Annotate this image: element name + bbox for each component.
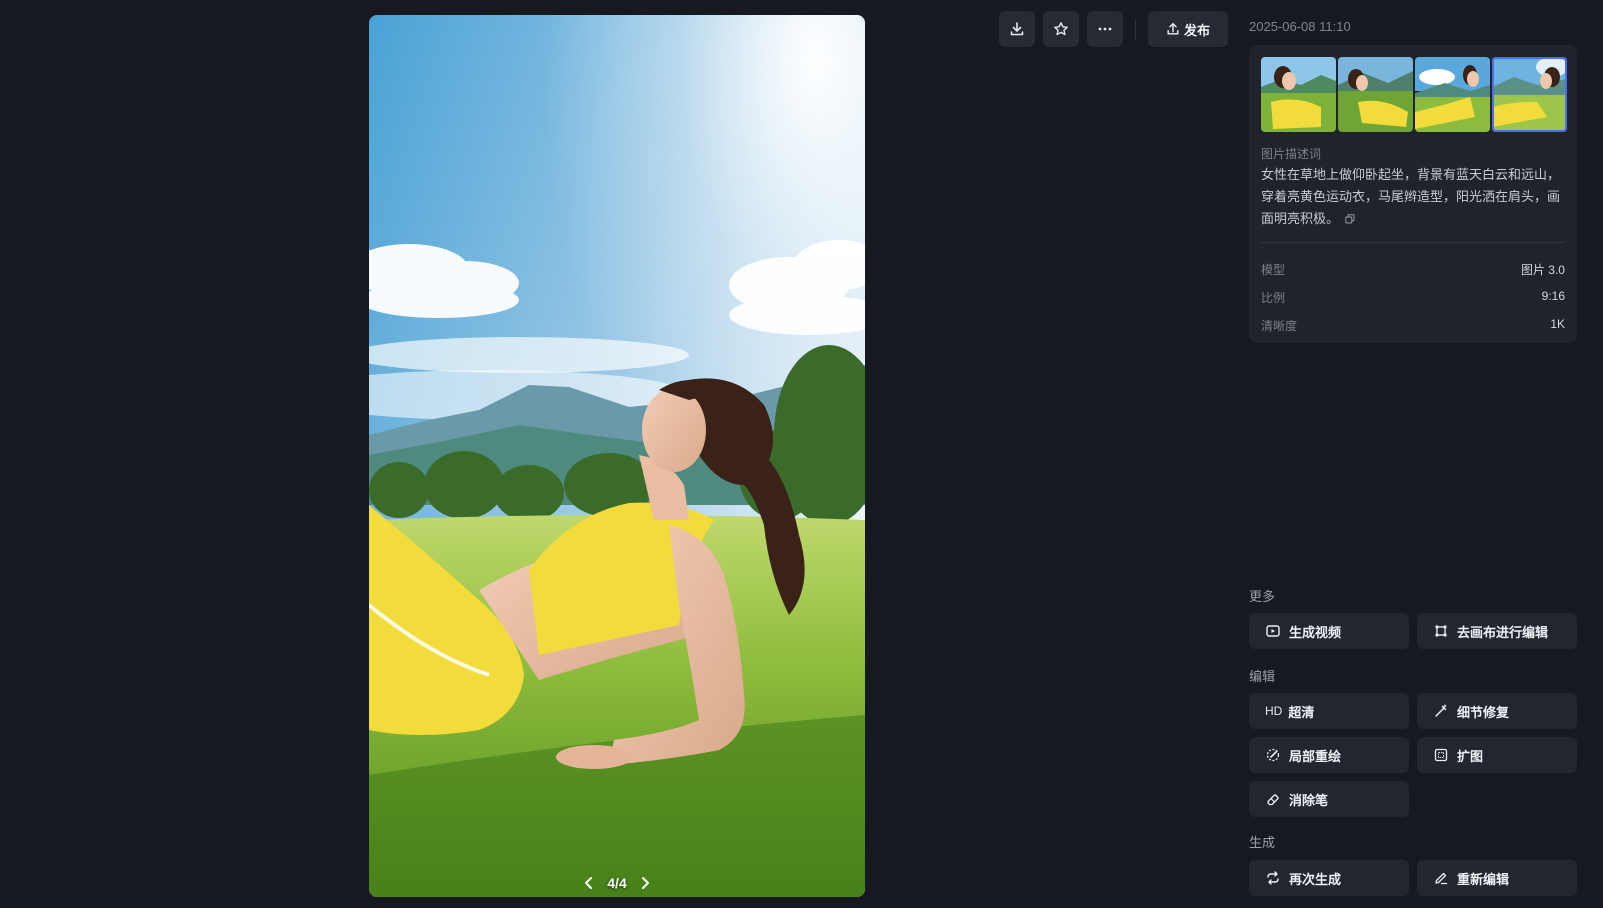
eraser-button[interactable]: 消除笔 [1249,781,1409,817]
upscale-label: 超清 [1288,704,1315,720]
toolbar-divider [1135,19,1136,39]
meta-value: 9:16 [1541,289,1565,303]
generated-image [369,15,865,897]
canvas-edit-label: 去画布进行编辑 [1457,624,1549,640]
meta-row-resolution: 清晰度 1K [1261,317,1565,334]
thumbnail-strip [1261,57,1567,132]
thumbnail-4[interactable] [1492,57,1567,132]
image-pager: 4/4 [369,875,865,891]
reedit-label: 重新编辑 [1457,871,1510,887]
more-icon [1098,27,1112,31]
publish-button[interactable]: 发布 [1148,11,1228,47]
upscale-button[interactable]: HD 超清 [1249,693,1409,729]
upload-icon [1167,23,1179,35]
expand-button[interactable]: 扩图 [1417,737,1577,773]
magic-wand-icon [1433,704,1449,718]
more-button[interactable] [1087,11,1123,47]
refresh-icon [1265,871,1281,885]
hd-icon: HD [1265,704,1283,718]
generate-video-button[interactable]: 生成视频 [1249,613,1409,649]
prompt-text-content: 女性在草地上做仰卧起坐，背景有蓝天白云和远山，穿着亮黄色运动衣，马尾辫造型，阳光… [1261,167,1561,226]
eraser-icon [1265,792,1281,806]
thumbnail-1[interactable] [1261,57,1336,132]
download-icon [1010,22,1024,36]
created-timestamp: 2025-06-08 11:10 [1249,19,1351,34]
meta-value: 1K [1550,317,1565,331]
brush-icon [1265,748,1281,762]
prompt-text: 女性在草地上做仰卧起坐，背景有蓝天白云和远山，穿着亮黄色运动衣，马尾辫造型，阳光… [1261,164,1565,231]
generate-video-label: 生成视频 [1289,624,1342,640]
detail-fix-button[interactable]: 细节修复 [1417,693,1577,729]
section-label-more: 更多 [1249,589,1276,604]
section-label-generate: 生成 [1249,835,1276,850]
meta-key: 模型 [1261,263,1286,277]
image-toolbar: 发布 [999,11,1228,47]
star-icon [1054,22,1068,36]
publish-label: 发布 [1183,22,1210,38]
inpaint-button[interactable]: 局部重绘 [1249,737,1409,773]
regenerate-button[interactable]: 再次生成 [1249,860,1409,896]
meta-value: 图片 3.0 [1520,263,1565,277]
regenerate-label: 再次生成 [1289,871,1342,887]
next-image-icon[interactable] [639,876,651,890]
meta-key: 比例 [1261,291,1286,305]
meta-row-ratio: 比例 9:16 [1261,289,1565,306]
video-icon [1265,624,1281,638]
canvas-edit-button[interactable]: 去画布进行编辑 [1417,613,1577,649]
canvas-icon [1433,624,1449,638]
expand-label: 扩图 [1457,748,1484,764]
eraser-label: 消除笔 [1289,792,1329,808]
copy-icon[interactable] [1345,209,1355,231]
prev-image-icon[interactable] [583,876,595,890]
meta-key: 清晰度 [1261,319,1298,333]
detail-fix-label: 细节修复 [1457,704,1510,720]
favorite-button[interactable] [1043,11,1079,47]
section-label-edit: 编辑 [1249,669,1276,684]
reedit-button[interactable]: 重新编辑 [1417,860,1577,896]
inpaint-label: 局部重绘 [1289,748,1342,764]
card-divider [1261,242,1565,243]
pencil-icon [1433,871,1449,885]
download-button[interactable] [999,11,1035,47]
thumbnail-2[interactable] [1338,57,1413,132]
image-info-card: 图片描述词 女性在草地上做仰卧起坐，背景有蓝天白云和远山，穿着亮黄色运动衣，马尾… [1249,45,1577,343]
meta-row-model: 模型 图片 3.0 [1261,261,1565,278]
main-image-viewer[interactable]: 4/4 [369,15,865,897]
prompt-label: 图片描述词 [1261,147,1322,161]
page-indicator: 4/4 [607,875,627,891]
expand-icon [1433,748,1449,762]
thumbnail-3[interactable] [1415,57,1490,132]
